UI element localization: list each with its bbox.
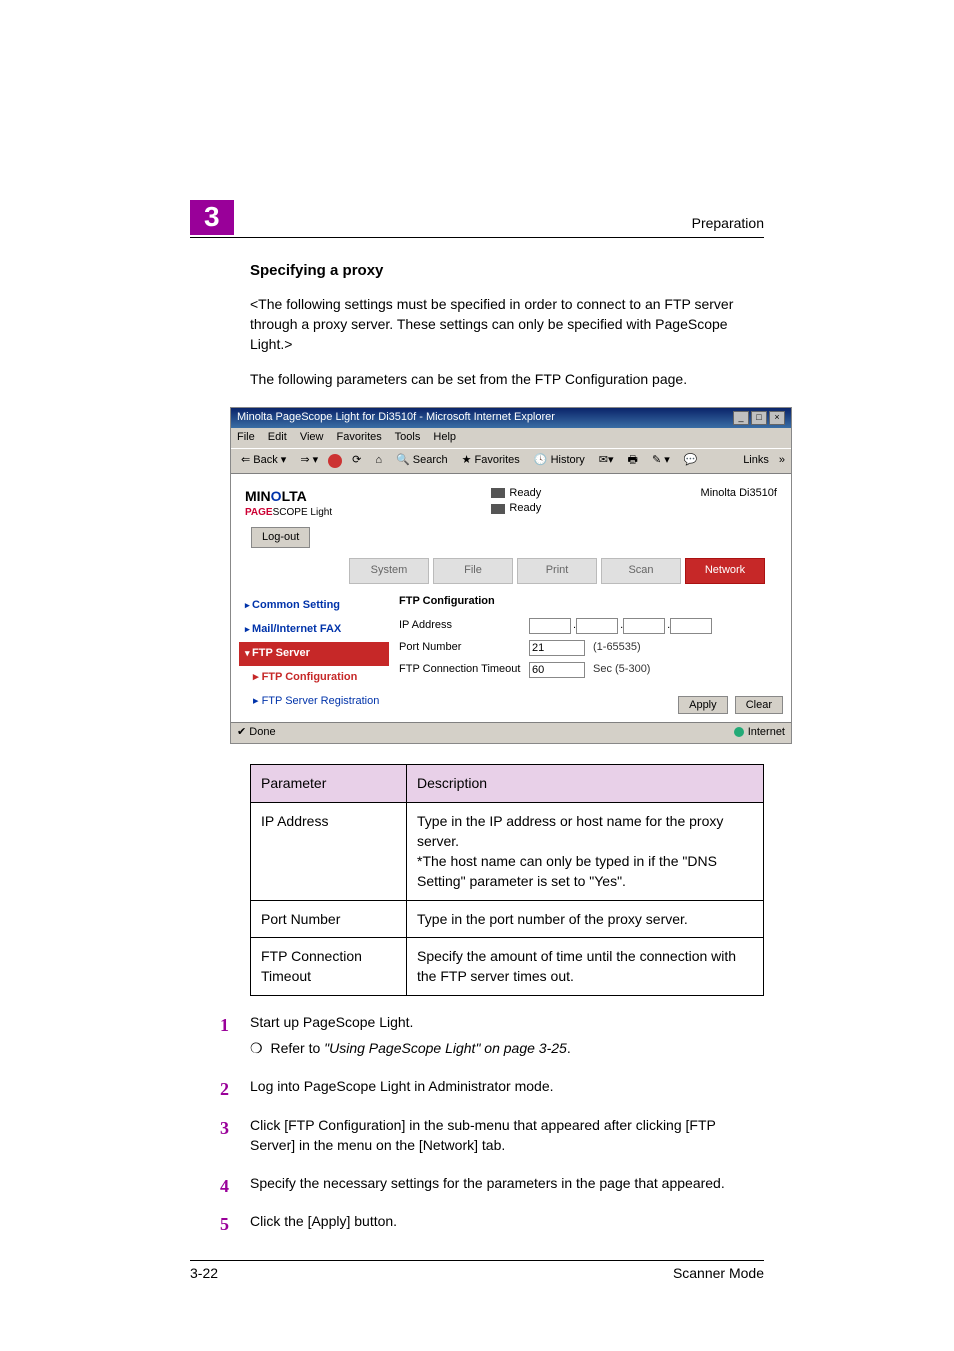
step-3: Click [FTP Configuration] in the sub-men… <box>220 1115 764 1156</box>
sidebar-item-mail[interactable]: Mail/Internet FAX <box>239 618 389 642</box>
section-heading: Specifying a proxy <box>250 260 764 282</box>
maximize-icon[interactable]: □ <box>751 411 767 425</box>
table-row: FTP Connection Timeout Specify the amoun… <box>251 938 764 996</box>
sidebar-item-ftp-reg[interactable]: ▸ FTP Server Registration <box>239 690 389 714</box>
step-1: Start up PageScope Light. Refer to "Usin… <box>220 1012 764 1059</box>
timeout-label: FTP Connection Timeout <box>399 662 529 678</box>
step-1-sub: Refer to "Using PageScope Light" on page… <box>250 1038 764 1058</box>
home-icon[interactable]: ⌂ <box>371 452 386 470</box>
menu-edit[interactable]: Edit <box>268 431 287 443</box>
timeout-hint: Sec (5-300) <box>593 662 650 678</box>
window-titlebar: Minolta PageScope Light for Di3510f - Mi… <box>231 408 791 428</box>
intro-1: <The following settings must be specifie… <box>250 294 764 355</box>
footer-section: Scanner Mode <box>673 1265 764 1281</box>
ip-octet-3[interactable] <box>623 618 665 634</box>
menu-favorites[interactable]: Favorites <box>337 431 382 443</box>
side-menu: Common Setting Mail/Internet FAX FTP Ser… <box>239 594 389 714</box>
ip-address-label: IP Address <box>399 618 529 634</box>
cell-desc: Type in the IP address or host name for … <box>407 802 764 900</box>
links-chevron-icon[interactable]: » <box>779 453 785 469</box>
steps-list: Start up PageScope Light. Refer to "Usin… <box>220 1012 764 1232</box>
tab-print[interactable]: Print <box>517 558 597 584</box>
page-footer: 3-22 Scanner Mode <box>190 1260 764 1281</box>
stop-icon[interactable] <box>328 454 342 468</box>
tab-system[interactable]: System <box>349 558 429 584</box>
logout-button[interactable]: Log-out <box>251 527 310 549</box>
cell-param: IP Address <box>251 802 407 900</box>
printer-icon <box>491 488 505 498</box>
cell-desc: Type in the port number of the proxy ser… <box>407 900 764 937</box>
chapter-number: 3 <box>190 200 234 235</box>
params-table: Parameter Description IP Address Type in… <box>250 764 764 995</box>
port-number-label: Port Number <box>399 640 529 656</box>
timeout-input[interactable] <box>529 662 585 678</box>
brand-subtitle: PAGESCOPE Light <box>245 506 332 521</box>
browser-screenshot: Minolta PageScope Light for Di3510f - Mi… <box>230 407 792 744</box>
search-button[interactable]: 🔍 Search <box>392 452 452 470</box>
window-controls: _ □ × <box>733 411 785 425</box>
menu-help[interactable]: Help <box>433 431 456 443</box>
browser-toolbar: ⇐ Back ▾ ⇒ ▾ ⟳ ⌂ 🔍 Search ★ Favorites 🕓 … <box>231 448 791 474</box>
ip-octet-1[interactable] <box>529 618 571 634</box>
status-right: Internet <box>734 725 785 741</box>
menu-bar: File Edit View Favorites Tools Help <box>231 428 791 448</box>
tab-scan[interactable]: Scan <box>601 558 681 584</box>
intro-2: The following parameters can be set from… <box>250 369 764 389</box>
menu-tools[interactable]: Tools <box>395 431 421 443</box>
cell-desc: Specify the amount of time until the con… <box>407 938 764 996</box>
links-label[interactable]: Links <box>739 452 773 470</box>
th-description: Description <box>407 765 764 802</box>
port-number-input[interactable] <box>529 640 585 656</box>
pagescope-body: MINOLTA PAGESCOPE Light Log-out Ready Re… <box>231 474 791 723</box>
menu-view[interactable]: View <box>300 431 324 443</box>
form-title: FTP Configuration <box>399 594 783 610</box>
sidebar-item-ftp-server[interactable]: FTP Server <box>239 642 389 666</box>
refresh-icon[interactable]: ⟳ <box>348 452 365 470</box>
history-button[interactable]: 🕓 History <box>530 452 589 470</box>
tabs: System File Print Scan Network <box>349 558 783 584</box>
ip-octet-2[interactable] <box>576 618 618 634</box>
favorites-button[interactable]: ★ Favorites <box>458 452 524 470</box>
sidebar-item-ftp-config[interactable]: ▸ FTP Configuration <box>239 666 389 690</box>
clear-button[interactable]: Clear <box>735 696 783 714</box>
footer-page-number: 3-22 <box>190 1265 218 1281</box>
apply-button[interactable]: Apply <box>678 696 728 714</box>
ip-octet-4[interactable] <box>670 618 712 634</box>
globe-icon <box>734 727 744 737</box>
port-hint: (1-65535) <box>593 640 641 656</box>
status-left: ✔ Done <box>237 725 276 741</box>
step-2: Log into PageScope Light in Administrato… <box>220 1076 764 1096</box>
step-5: Click the [Apply] button. <box>220 1211 764 1231</box>
menu-file[interactable]: File <box>237 431 255 443</box>
forward-button[interactable]: ⇒ ▾ <box>296 452 322 470</box>
model-label: Minolta Di3510f <box>701 486 777 502</box>
print-icon[interactable]: 🖶 <box>624 452 642 470</box>
edit-icon[interactable]: ✎ ▾ <box>648 452 674 470</box>
window-title: Minolta PageScope Light for Di3510f - Mi… <box>237 410 555 426</box>
tab-network[interactable]: Network <box>685 558 765 584</box>
th-parameter: Parameter <box>251 765 407 802</box>
discuss-icon[interactable]: 💬 <box>680 452 702 470</box>
printer-icon <box>491 504 505 514</box>
tab-file[interactable]: File <box>433 558 513 584</box>
table-row: Port Number Type in the port number of t… <box>251 900 764 937</box>
step-4: Specify the necessary settings for the p… <box>220 1173 764 1193</box>
mail-icon[interactable]: ✉▾ <box>595 452 618 470</box>
chapter-title: Preparation <box>692 215 764 235</box>
brand-logo: MINOLTA <box>245 486 332 506</box>
cell-param: FTP Connection Timeout <box>251 938 407 996</box>
status-bar: ✔ Done Internet <box>231 722 791 743</box>
minimize-icon[interactable]: _ <box>733 411 749 425</box>
sidebar-item-common[interactable]: Common Setting <box>239 594 389 618</box>
close-icon[interactable]: × <box>769 411 785 425</box>
form-area: FTP Configuration IP Address . . . Port … <box>399 594 783 714</box>
cell-param: Port Number <box>251 900 407 937</box>
back-button[interactable]: ⇐ Back ▾ <box>237 452 290 470</box>
table-row: IP Address Type in the IP address or hos… <box>251 802 764 900</box>
status-block: Ready Ready <box>491 486 541 517</box>
